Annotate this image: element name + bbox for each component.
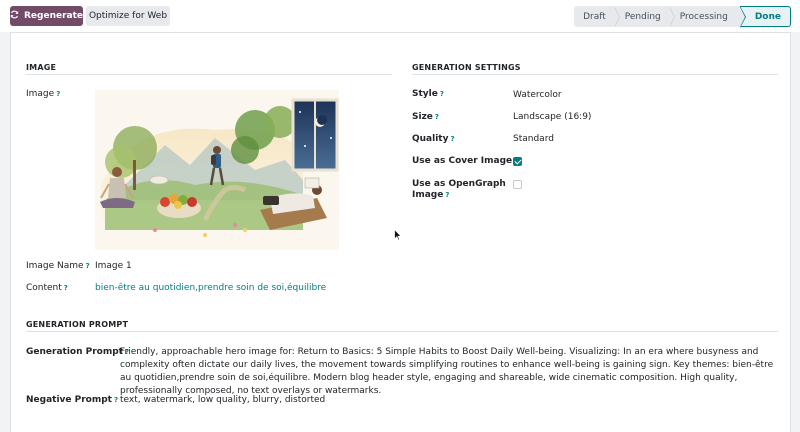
- section-prompt-divider: [26, 331, 778, 332]
- stage-done[interactable]: Done: [739, 6, 791, 28]
- quality-help-icon[interactable]: ?: [450, 135, 454, 143]
- section-prompt-title: GENERATION PROMPT: [26, 320, 129, 329]
- stage-processing-label: Processing: [679, 11, 728, 22]
- generation-prompt-label: Generation Prompt?: [26, 347, 129, 358]
- regenerate-button[interactable]: Regenerate: [10, 6, 83, 26]
- negative-prompt-label: Negative Prompt?: [26, 395, 118, 406]
- quality-label-text: Quality: [412, 134, 449, 144]
- image-name-label-text: Image Name: [26, 261, 84, 271]
- negative-prompt-label-text: Negative Prompt: [26, 395, 112, 405]
- image-help-icon[interactable]: ?: [56, 90, 60, 98]
- generation-prompt-label-text: Generation Prompt: [26, 347, 123, 357]
- style-field[interactable]: Watercolor: [513, 89, 562, 102]
- style-label-text: Style: [412, 89, 438, 99]
- image-name-field[interactable]: Image 1: [95, 260, 132, 273]
- stage-done-label: Done: [754, 11, 781, 22]
- content-label-text: Content: [26, 283, 62, 293]
- section-image-title: IMAGE: [26, 63, 57, 72]
- size-help-icon[interactable]: ?: [435, 113, 439, 121]
- cover-image-checkbox[interactable]: [513, 157, 522, 166]
- content-field[interactable]: bien-être au quotidien,prendre soin de s…: [95, 282, 326, 295]
- refresh-icon: [10, 10, 19, 22]
- stage-draft-label: Draft: [583, 11, 606, 22]
- size-label: Size?: [412, 112, 439, 123]
- stage-draft[interactable]: Draft: [574, 6, 620, 27]
- size-field[interactable]: Landscape (16:9): [513, 111, 591, 124]
- regenerate-label: Regenerate: [24, 11, 84, 21]
- section-settings-divider: [412, 74, 778, 75]
- image-label: Image?: [26, 89, 60, 100]
- section-settings-title: GENERATION SETTINGS: [412, 63, 521, 72]
- image-name-help-icon[interactable]: ?: [86, 262, 90, 270]
- control-panel: Regenerate Optimize for Web Draft Pendin…: [0, 0, 800, 32]
- optimize-for-web-button[interactable]: Optimize for Web: [86, 6, 170, 26]
- content-label: Content?: [26, 283, 68, 294]
- generation-prompt-field[interactable]: Friendly, approachable hero image for: R…: [120, 346, 785, 398]
- stage-pending-label: Pending: [624, 11, 661, 22]
- opengraph-label: Use as OpenGraph Image?: [412, 179, 506, 201]
- negative-prompt-help-icon[interactable]: ?: [114, 396, 118, 404]
- opengraph-label-line1: Use as OpenGraph: [412, 179, 506, 189]
- status-bar: Draft Pending Processing Done: [574, 6, 791, 28]
- stage-processing[interactable]: Processing: [670, 6, 737, 27]
- content-help-icon[interactable]: ?: [64, 284, 68, 292]
- section-image-divider: [26, 74, 392, 75]
- mouse-cursor-icon: [394, 228, 403, 244]
- negative-prompt-field[interactable]: text, watermark, low quality, blurry, di…: [120, 394, 325, 407]
- opengraph-checkbox[interactable]: [513, 180, 522, 189]
- style-help-icon[interactable]: ?: [440, 90, 444, 98]
- style-label: Style?: [412, 89, 444, 100]
- quality-field[interactable]: Standard: [513, 133, 554, 146]
- image-label-text: Image: [26, 89, 55, 99]
- cover-image-label: Use as Cover Image?: [412, 156, 518, 167]
- opengraph-help-icon[interactable]: ?: [445, 191, 449, 199]
- stage-pending[interactable]: Pending: [615, 6, 675, 27]
- cover-image-label-text: Use as Cover Image: [412, 156, 513, 166]
- size-label-text: Size: [412, 112, 433, 122]
- opengraph-label-line2: Image: [412, 190, 444, 200]
- hero-image[interactable]: [95, 90, 339, 250]
- image-name-label: Image Name?: [26, 261, 90, 272]
- quality-label: Quality?: [412, 134, 455, 145]
